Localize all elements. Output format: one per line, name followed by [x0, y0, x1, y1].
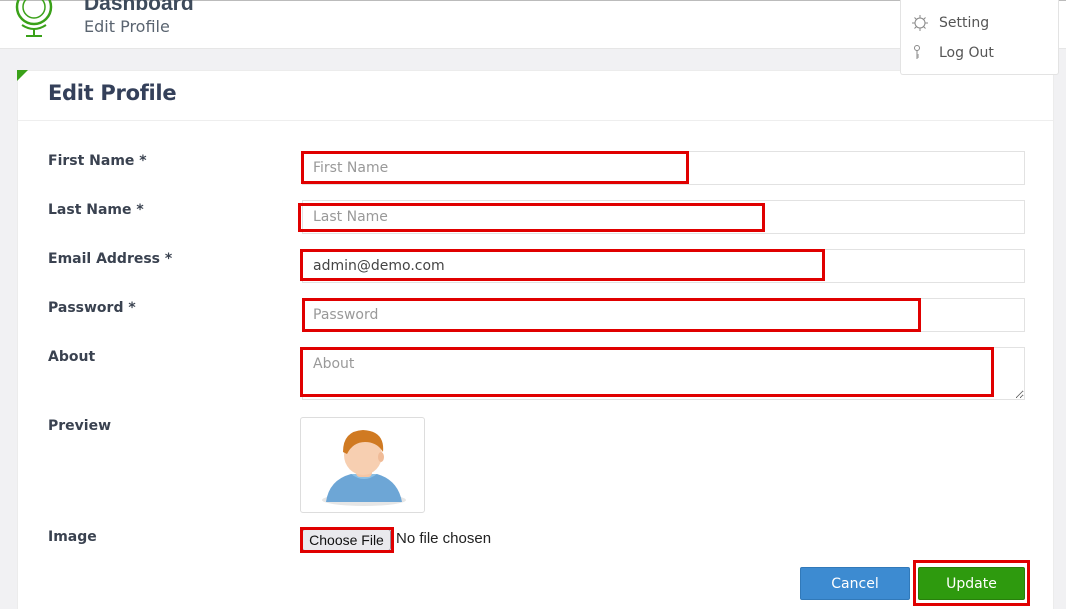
last-name-input[interactable]	[302, 200, 1025, 234]
first-name-label: First Name *	[48, 153, 147, 169]
panel-corner-accent	[17, 70, 28, 81]
file-status-text: No file chosen	[396, 530, 492, 547]
user-dropdown-menu: Setting Log Out	[900, 0, 1059, 75]
preview-label: Preview	[48, 418, 112, 434]
user-avatar-icon	[322, 430, 406, 506]
first-name-input[interactable]	[302, 151, 1025, 185]
email-label: Email Address *	[48, 251, 173, 267]
menu-item-setting-label: Setting	[939, 15, 990, 31]
edit-profile-panel: Edit Profile First Name * Last Name * Em…	[17, 70, 1054, 609]
page-subtitle: Edit Profile	[84, 17, 170, 36]
menu-item-logout-label: Log Out	[939, 45, 994, 61]
choose-file-button[interactable]: Choose File	[302, 529, 391, 551]
password-input[interactable]	[302, 298, 1025, 332]
email-input[interactable]	[302, 249, 1025, 283]
panel-title: Edit Profile	[48, 81, 177, 105]
gear-icon	[912, 15, 928, 31]
cancel-button[interactable]: Cancel	[800, 567, 910, 600]
last-name-label: Last Name *	[48, 202, 144, 218]
key-icon	[914, 45, 920, 59]
panel-divider	[18, 120, 1053, 121]
avatar-preview	[300, 417, 425, 513]
password-label: Password *	[48, 300, 136, 316]
menu-item-logout[interactable]: Log Out	[911, 44, 994, 62]
app-title: Dashboard	[84, 0, 194, 15]
menu-item-setting[interactable]: Setting	[911, 14, 989, 32]
about-textarea[interactable]	[302, 347, 1025, 400]
update-button[interactable]: Update	[918, 567, 1025, 600]
image-label: Image	[48, 529, 97, 545]
globe-logo-icon[interactable]	[14, 0, 56, 39]
about-label: About	[48, 349, 96, 365]
